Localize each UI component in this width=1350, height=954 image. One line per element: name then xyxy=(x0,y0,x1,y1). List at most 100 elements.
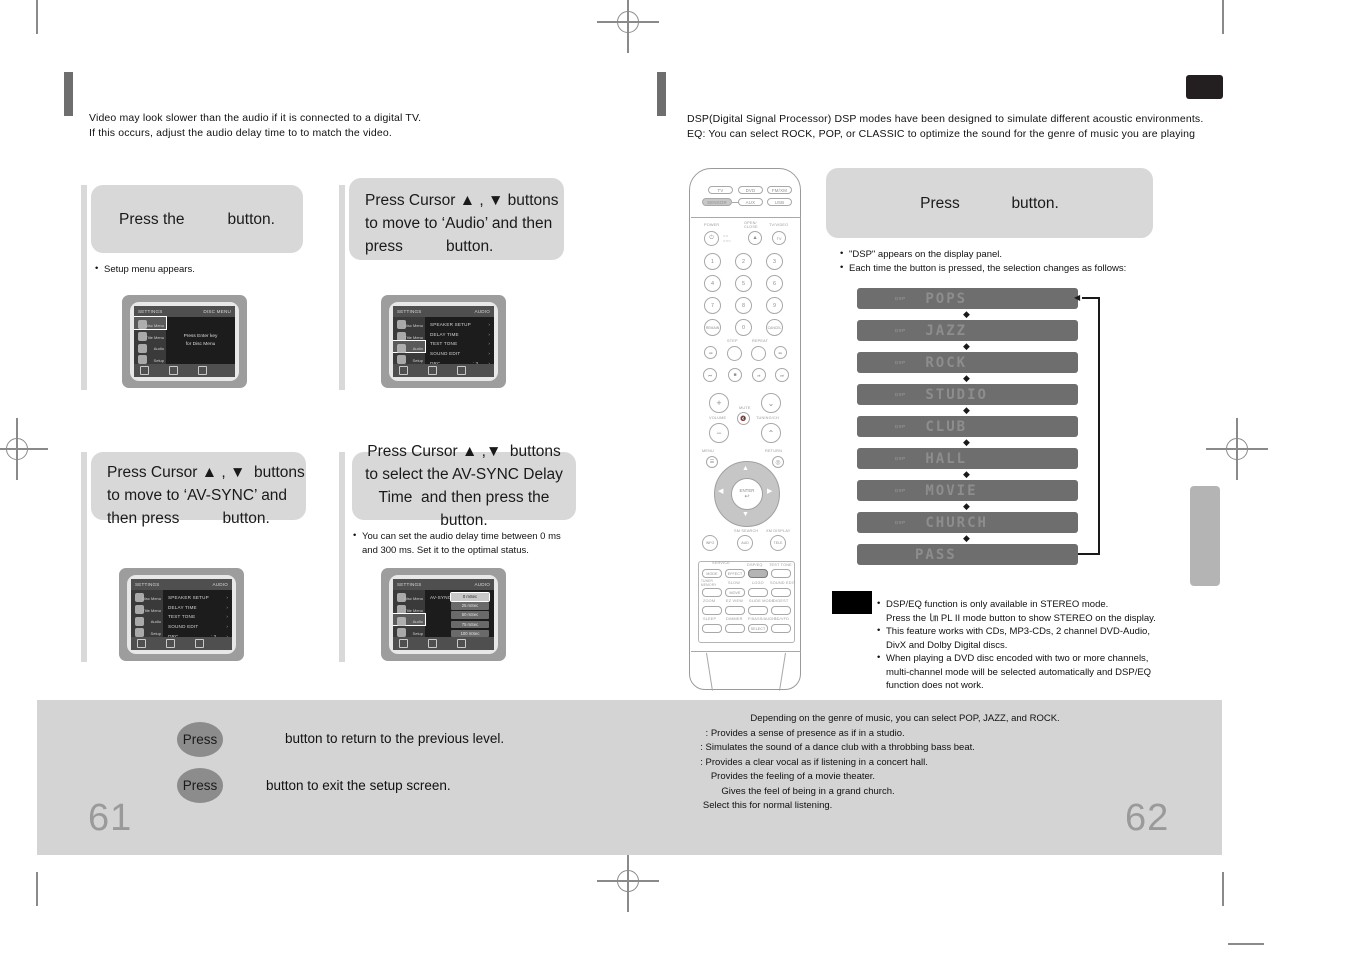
remote-key-7[interactable]: 7 xyxy=(704,297,721,314)
remote-button-info[interactable]: INFO xyxy=(702,535,718,551)
step4-sidebar-label-0: Disc Menu xyxy=(404,595,423,601)
return-press-badge[interactable]: Press xyxy=(177,722,223,757)
remote-key-4[interactable]: 4 xyxy=(704,275,721,292)
remote-key-1[interactable]: 1 xyxy=(704,253,721,270)
remote-button-stop[interactable]: ■ xyxy=(728,368,742,382)
remote-button-tv-video[interactable]: TV xyxy=(772,231,786,245)
remote-button-open-close[interactable]: ▲ xyxy=(748,231,762,245)
remote-button-power[interactable]: ⏻ xyxy=(704,231,719,246)
remote-button-effect[interactable]: EFFECT xyxy=(725,569,745,578)
remote-button-aux[interactable]: AUX xyxy=(738,198,763,206)
remote-button-tuner-memory[interactable] xyxy=(702,588,722,597)
step3-sidebar-item-setup[interactable]: Setup xyxy=(131,625,163,638)
step4-option-0[interactable]: 0 mSec xyxy=(450,592,490,602)
remote-button-play-pause[interactable]: ⏯ xyxy=(752,368,766,382)
remote-key-9[interactable]: 9 xyxy=(766,297,783,314)
remote-button-step[interactable] xyxy=(727,346,742,361)
step4-sidebar-item-title-menu[interactable]: Title Menu xyxy=(393,602,425,614)
remote-button-tuning-down[interactable]: ⌃ xyxy=(761,423,781,443)
step3-header-left: SETTINGS xyxy=(135,582,160,587)
remote-button-prev-track[interactable]: ⏮ xyxy=(703,368,717,382)
table-row[interactable]: DELAY TIME › xyxy=(430,330,490,340)
remote-key-0[interactable]: 0 xyxy=(735,319,752,336)
remote-button-fast-forward[interactable]: ▸▸ xyxy=(774,346,787,359)
remote-button-tele[interactable]: TELE xyxy=(770,535,786,551)
remote-key-3[interactable]: 3 xyxy=(766,253,783,270)
step4-sidebar-item-audio[interactable]: Audio xyxy=(393,612,426,627)
remote-button-tv[interactable]: TV xyxy=(708,186,733,194)
remote-button-sleep[interactable] xyxy=(702,624,722,633)
remote-button-next-track[interactable]: ⏭ xyxy=(775,368,789,382)
step1-sidebar-item-audio[interactable]: Audio xyxy=(134,341,166,353)
step3-sidebar-item-disc-menu[interactable]: Disc Menu xyxy=(131,590,163,602)
step4-sidebar-item-setup[interactable]: Setup xyxy=(393,625,425,638)
step2-sidebar-item-setup[interactable]: Setup xyxy=(393,352,425,365)
step1-sidebar-item-setup[interactable]: Setup xyxy=(134,352,166,365)
table-row[interactable]: SOUND EDIT › xyxy=(168,622,228,632)
remote-button-volume-down[interactable]: − xyxy=(709,423,729,443)
dsp-mode-studio: DSP STUDIO xyxy=(857,384,1078,405)
remote-button-zoom[interactable] xyxy=(702,606,722,615)
remote-key-cancel[interactable]: CANCEL xyxy=(766,319,783,336)
remote-button-slide-mode[interactable] xyxy=(748,606,768,615)
step2-sidebar-item-disc-menu[interactable]: Disc Menu xyxy=(393,317,425,329)
chevron-left-icon[interactable]: ◀ xyxy=(718,488,723,495)
step1-note: Setup menu appears. xyxy=(95,262,295,277)
exit-press-badge[interactable]: Press xyxy=(177,768,223,803)
dsp-tag-6: DSP xyxy=(895,488,906,493)
step4-option-1[interactable]: 25 mSec xyxy=(451,602,489,610)
step4-instruction-bubble: Press Cursor ▲ ,▼ buttons to select the … xyxy=(352,443,576,529)
remote-button-move[interactable]: MOVE xyxy=(725,588,745,597)
remote-key-2[interactable]: 2 xyxy=(735,253,752,270)
remote-button-sd-vfd[interactable] xyxy=(771,624,791,633)
remote-button-rewind[interactable]: ◂◂ xyxy=(704,346,717,359)
step4-option-2[interactable]: 50 mSec xyxy=(451,611,489,619)
remote-button-tuning-up[interactable]: ⌄ xyxy=(761,393,781,413)
step1-sidebar-item-title-menu[interactable]: Title Menu xyxy=(134,329,166,341)
remote-button-fm-xm[interactable]: FM/XM xyxy=(767,186,792,194)
remote-button-test-tone[interactable] xyxy=(771,569,791,578)
step3-instruction-line-3: then press button. xyxy=(107,510,270,527)
step3-sidebar-item-audio[interactable]: Audio xyxy=(131,614,163,626)
remote-button-repeat[interactable] xyxy=(751,346,766,361)
step4-sidebar-item-disc-menu[interactable]: Disc Menu xyxy=(393,590,425,602)
remote-button-dimmer[interactable] xyxy=(725,624,745,633)
table-row[interactable]: SPEAKER SETUP › xyxy=(430,320,490,330)
remote-button-audio[interactable]: AUD xyxy=(737,535,753,551)
table-row[interactable]: TEST TONE › xyxy=(168,612,228,622)
table-row[interactable]: DELAY TIME › xyxy=(168,603,228,613)
caution-line-1: DSP/EQ function is only available in STE… xyxy=(877,597,1177,612)
remote-button-menu[interactable]: ☰ xyxy=(706,456,718,468)
remote-key-5[interactable]: 5 xyxy=(735,275,752,292)
remote-button-mode[interactable]: MODE xyxy=(702,569,722,578)
chevron-down-icon[interactable]: ▼ xyxy=(742,511,749,518)
step3-sidebar-item-title-menu[interactable]: Title Menu xyxy=(131,602,163,614)
remote-key-6[interactable]: 6 xyxy=(766,275,783,292)
remote-button-logo[interactable] xyxy=(748,588,768,597)
chevron-up-icon[interactable]: ▲ xyxy=(742,465,749,472)
remote-button-return[interactable]: ◎ xyxy=(772,456,784,468)
dsp-mode-jazz: DSP JAZZ xyxy=(857,320,1078,341)
remote-button-dsp-eq[interactable] xyxy=(748,569,768,578)
table-row[interactable]: SOUND EDIT › xyxy=(430,349,490,359)
dsp-name-1: JAZZ xyxy=(925,322,968,339)
step2-sidebar-item-audio[interactable]: Audio xyxy=(393,339,426,354)
table-row[interactable]: SPEAKER SETUP › xyxy=(168,593,228,603)
remote-label-sound-edit: SOUND EDIT xyxy=(770,581,796,585)
remote-button-usb[interactable]: USB xyxy=(767,198,792,206)
remote-button-dvd[interactable]: DVD xyxy=(738,186,763,194)
step4-option-3[interactable]: 75 mSec xyxy=(451,620,489,629)
step1-sidebar-item-disc-menu[interactable]: Disc Menu xyxy=(134,316,167,330)
remote-button-mute[interactable]: 🔇 xyxy=(737,412,750,425)
remote-button-digest[interactable] xyxy=(771,606,791,615)
remote-button-volume-up[interactable]: + xyxy=(709,393,729,413)
table-row[interactable]: TEST TONE › xyxy=(430,339,490,349)
remote-button-ez-view[interactable] xyxy=(725,606,745,615)
remote-button-enter[interactable]: ENTER ↩ xyxy=(731,478,763,510)
step2-sidebar-item-title-menu[interactable]: Title Menu xyxy=(393,329,425,341)
remote-button-sound-edit[interactable] xyxy=(771,588,791,597)
remote-key-remain[interactable]: REMAIN xyxy=(704,319,721,336)
remote-button-select[interactable]: SELECT xyxy=(748,624,768,633)
remote-key-8[interactable]: 8 xyxy=(735,297,752,314)
chevron-right-icon[interactable]: ▶ xyxy=(767,488,772,495)
